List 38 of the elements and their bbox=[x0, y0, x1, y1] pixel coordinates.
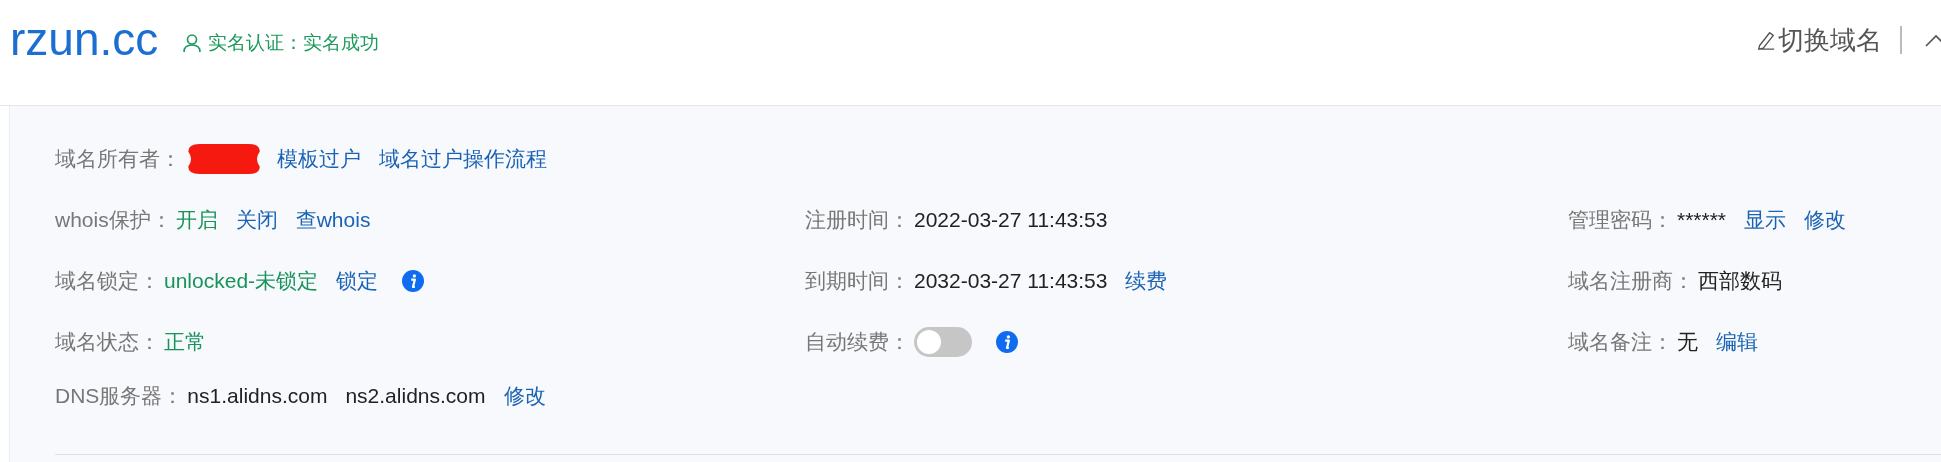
action-link[interactable]: 编辑 bbox=[1716, 327, 1758, 356]
field-value: 西部数码 bbox=[1698, 267, 1782, 294]
status-text: 正常 bbox=[164, 328, 206, 355]
action-link[interactable]: 续费 bbox=[1125, 266, 1168, 295]
field-label: 域名注册商： bbox=[1568, 267, 1694, 294]
field-label: 管理密码： bbox=[1568, 206, 1673, 233]
action-link[interactable]: 修改 bbox=[503, 382, 546, 410]
status-text: 开启 bbox=[175, 206, 218, 233]
action-link[interactable]: 查whois bbox=[295, 205, 371, 234]
status-text: unlocked-未锁定 bbox=[164, 267, 319, 294]
action-link[interactable]: 域名过户操作流程 bbox=[379, 144, 547, 173]
field-value: 2022-03-27 11:43:53 bbox=[914, 207, 1108, 232]
field-value: ns2.alidns.com bbox=[345, 384, 486, 408]
field-label: 域名所有者： bbox=[55, 145, 181, 172]
action-link[interactable]: 关闭 bbox=[235, 205, 278, 234]
field-label: whois保护： bbox=[55, 206, 172, 233]
toggle-switch[interactable] bbox=[914, 326, 972, 357]
action-link[interactable]: 修改 bbox=[1804, 205, 1847, 234]
action-link[interactable]: 锁定 bbox=[336, 266, 379, 295]
field-label: 域名状态： bbox=[55, 328, 160, 355]
field-label: 域名备注： bbox=[1568, 328, 1673, 355]
info-icon[interactable] bbox=[996, 330, 1018, 353]
info-icon[interactable] bbox=[402, 269, 425, 292]
field-value: ns1.alidns.com bbox=[187, 384, 328, 408]
user-icon bbox=[182, 32, 203, 53]
switch-domain-button[interactable]: 切换域名 bbox=[1756, 22, 1882, 58]
field-label: 注册时间： bbox=[805, 206, 910, 233]
field-label: 自动续费： bbox=[805, 328, 910, 355]
field-label: 到期时间： bbox=[805, 267, 910, 294]
domain-title: rzun.cc bbox=[10, 15, 159, 62]
field-value: 无 bbox=[1677, 328, 1698, 355]
action-link[interactable]: 模板过户 bbox=[277, 144, 361, 173]
field-label: DNS服务器： bbox=[55, 383, 184, 409]
verification-status: 实名认证：实名成功 bbox=[208, 30, 380, 55]
action-link[interactable]: 显示 bbox=[1744, 205, 1787, 234]
field-label: 域名锁定： bbox=[55, 267, 160, 294]
field-value: 2032-03-27 11:43:53 bbox=[914, 268, 1108, 293]
field-value: ****** bbox=[1677, 207, 1727, 232]
